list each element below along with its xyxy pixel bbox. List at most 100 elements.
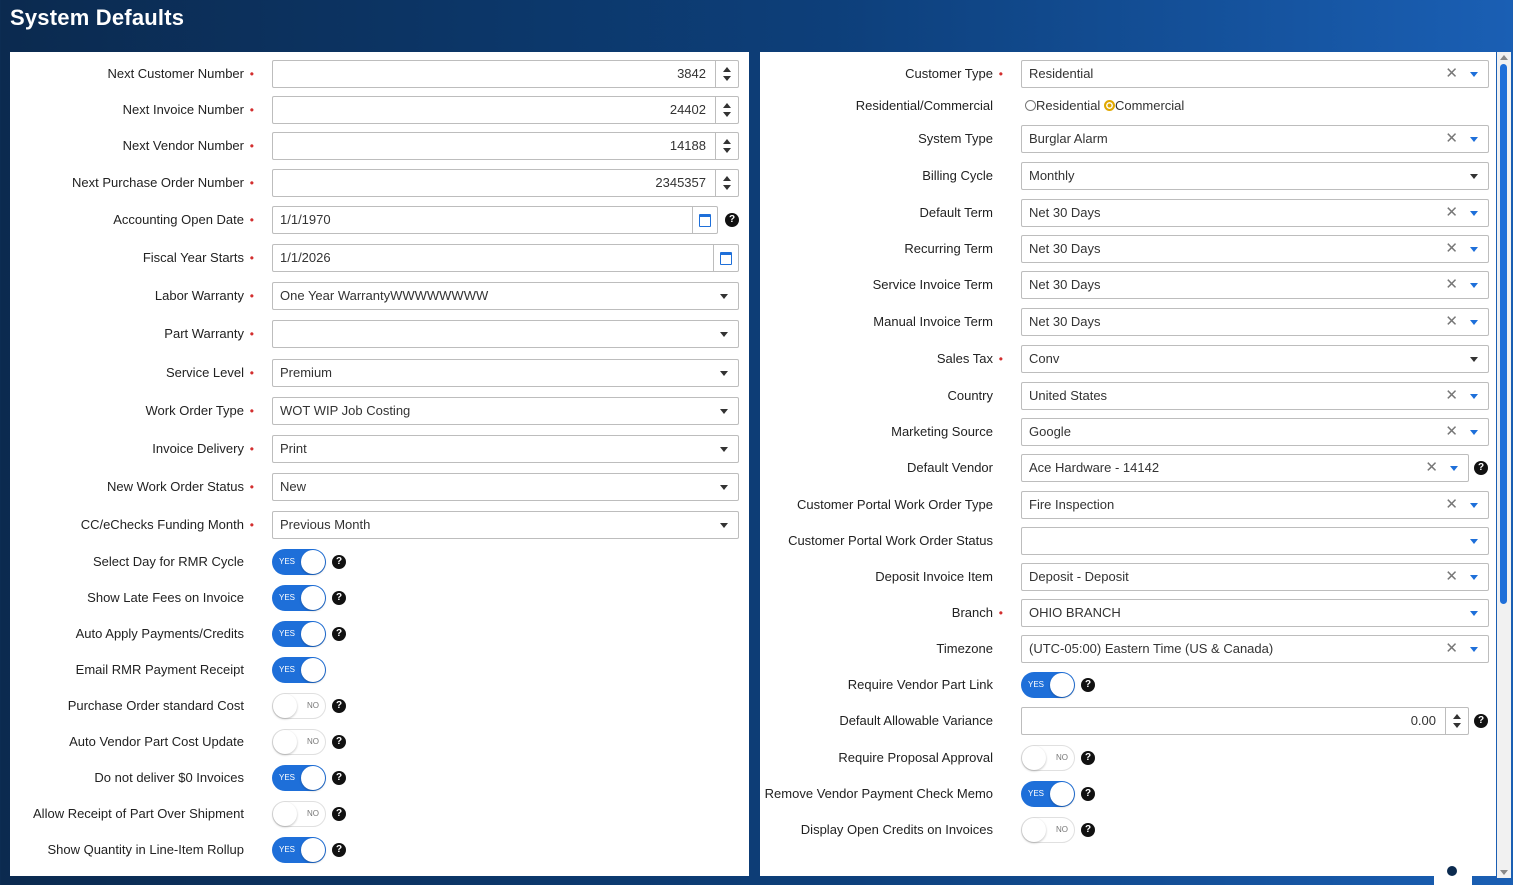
require-proposal-approval-label: Require Proposal Approval [838,750,993,765]
default-vendor-row: Default Vendor Ace Hardware - 14142 ✕ ? [760,453,1496,483]
clear-icon[interactable]: ✕ [1445,236,1458,262]
number-stepper[interactable] [715,61,738,87]
default-term-select[interactable]: Net 30 Days ✕ [1021,199,1489,227]
marketing-source-select[interactable]: Google ✕ [1021,418,1489,446]
clear-icon[interactable]: ✕ [1445,419,1458,445]
scroll-down-icon[interactable] [1500,870,1508,875]
number-stepper[interactable] [715,97,738,123]
residential-radio-label[interactable]: Residential [1036,98,1100,113]
customer-type-select[interactable]: Residential ✕ [1021,60,1489,88]
select-day-rmr-toggle[interactable]: YES [272,549,326,575]
vertical-scrollbar[interactable] [1497,52,1511,878]
service-invoice-term-select[interactable]: Net 30 Days ✕ [1021,271,1489,299]
help-icon[interactable]: ? [1081,823,1095,837]
email-rmr-receipt-toggle[interactable]: YES [272,657,326,683]
require-proposal-approval-toggle[interactable]: NO [1021,745,1075,771]
accounting-open-date-input[interactable]: 1/1/1970 [272,206,718,234]
recurring-term-select[interactable]: Net 30 Days ✕ [1021,235,1489,263]
service-level-select[interactable]: Premium [272,359,739,387]
clear-icon[interactable]: ✕ [1445,383,1458,409]
invoice-delivery-select[interactable]: Print [272,435,739,463]
toggle-row: Do not deliver $0 Invoices YES ? [10,763,749,793]
commercial-radio-label[interactable]: Commercial [1115,98,1184,113]
clear-icon[interactable]: ✕ [1445,636,1458,662]
residential-radio[interactable] [1025,99,1036,111]
help-icon[interactable]: ? [332,735,346,749]
required-marker: • [249,67,254,81]
funding-month-select[interactable]: Previous Month [272,511,739,539]
deposit-item-row: Deposit Invoice Item Deposit - Deposit ✕ [760,562,1496,592]
number-stepper[interactable] [1445,708,1468,734]
accounting-open-date-row: Accounting Open Date • 1/1/1970 ? [10,205,749,235]
next-customer-number-input[interactable]: 3842 [272,60,739,88]
allowable-variance-input[interactable]: 0.00 [1021,707,1469,735]
over-shipment-toggle[interactable]: NO [272,801,326,827]
po-standard-cost-toggle[interactable]: NO [272,693,326,719]
funding-month-row: CC/eChecks Funding Month • Previous Month [10,510,749,540]
fiscal-year-starts-input[interactable]: 1/1/2026 [272,244,739,272]
scroll-up-icon[interactable] [1500,55,1508,60]
calendar-icon[interactable] [713,245,738,271]
no-zero-invoices-toggle[interactable]: YES [272,765,326,791]
country-select[interactable]: United States ✕ [1021,382,1489,410]
require-vendor-part-link-toggle[interactable]: YES [1021,672,1075,698]
labor-warranty-row: Labor Warranty • One Year WarrantyWWWWWWW… [10,281,749,311]
next-vendor-number-input[interactable]: 14188 [272,132,739,160]
next-invoice-number-input[interactable]: 24402 [272,96,739,124]
help-icon[interactable]: ? [332,771,346,785]
auto-apply-payments-toggle[interactable]: YES [272,621,326,647]
deposit-item-select[interactable]: Deposit - Deposit ✕ [1021,563,1489,591]
labor-warranty-select[interactable]: One Year WarrantyWWWWWWWW [272,282,739,310]
chevron-down-icon [1470,575,1478,580]
manual-invoice-term-select[interactable]: Net 30 Days ✕ [1021,308,1489,336]
scrollbar-thumb[interactable] [1500,64,1507,604]
help-icon[interactable]: ? [1081,787,1095,801]
number-stepper[interactable] [715,170,738,196]
help-icon[interactable]: ? [332,555,346,569]
default-vendor-select[interactable]: Ace Hardware - 14142 ✕ [1021,454,1469,482]
display-open-credits-toggle[interactable]: NO [1021,817,1075,843]
help-icon[interactable]: ? [1474,714,1488,728]
clear-icon[interactable]: ✕ [1445,564,1458,590]
next-po-number-input[interactable]: 2345357 [272,169,739,197]
clear-icon[interactable]: ✕ [1425,455,1438,481]
chevron-down-icon [1470,503,1478,508]
number-stepper[interactable] [715,133,738,159]
help-icon[interactable]: ? [1081,751,1095,765]
clear-icon[interactable]: ✕ [1445,309,1458,335]
clear-icon[interactable]: ✕ [1445,272,1458,298]
new-work-order-status-select[interactable]: New [272,473,739,501]
system-type-select[interactable]: Burglar Alarm ✕ [1021,125,1489,153]
remove-check-memo-toggle[interactable]: YES [1021,781,1075,807]
work-order-type-select[interactable]: WOT WIP Job Costing [272,397,739,425]
default-term-row: Default Term Net 30 Days ✕ [760,198,1496,228]
help-icon[interactable]: ? [332,591,346,605]
funding-month-label: CC/eChecks Funding Month [80,517,244,532]
toggle-label: Auto Apply Payments/Credits [75,626,244,641]
help-icon[interactable]: ? [1081,678,1095,692]
help-icon[interactable]: ? [332,627,346,641]
billing-cycle-select[interactable]: Monthly [1021,162,1489,190]
help-icon[interactable]: ? [332,843,346,857]
branch-select[interactable]: OHIO BRANCH [1021,599,1489,627]
show-late-fees-toggle[interactable]: YES [272,585,326,611]
timezone-select[interactable]: (UTC-05:00) Eastern Time (US & Canada) ✕ [1021,635,1489,663]
portal-wo-type-select[interactable]: Fire Inspection ✕ [1021,491,1489,519]
help-icon[interactable]: ? [332,807,346,821]
part-warranty-select[interactable] [272,320,739,348]
commercial-radio[interactable] [1103,99,1115,111]
clear-icon[interactable]: ✕ [1445,492,1458,518]
portal-wo-status-select[interactable] [1021,527,1489,555]
clear-icon[interactable]: ✕ [1445,126,1458,152]
sales-tax-select[interactable]: Conv [1021,345,1489,373]
help-icon[interactable]: ? [725,213,739,227]
calendar-icon[interactable] [692,207,717,233]
toggle-row: Select Day for RMR Cycle YES ? [10,547,749,577]
auto-vendor-part-cost-toggle[interactable]: NO [272,729,326,755]
clear-icon[interactable]: ✕ [1445,200,1458,226]
help-icon[interactable]: ? [1474,461,1488,475]
marketing-source-label: Marketing Source [891,424,993,439]
help-icon[interactable]: ? [332,699,346,713]
quantity-rollup-toggle[interactable]: YES [272,837,326,863]
clear-icon[interactable]: ✕ [1445,61,1458,87]
